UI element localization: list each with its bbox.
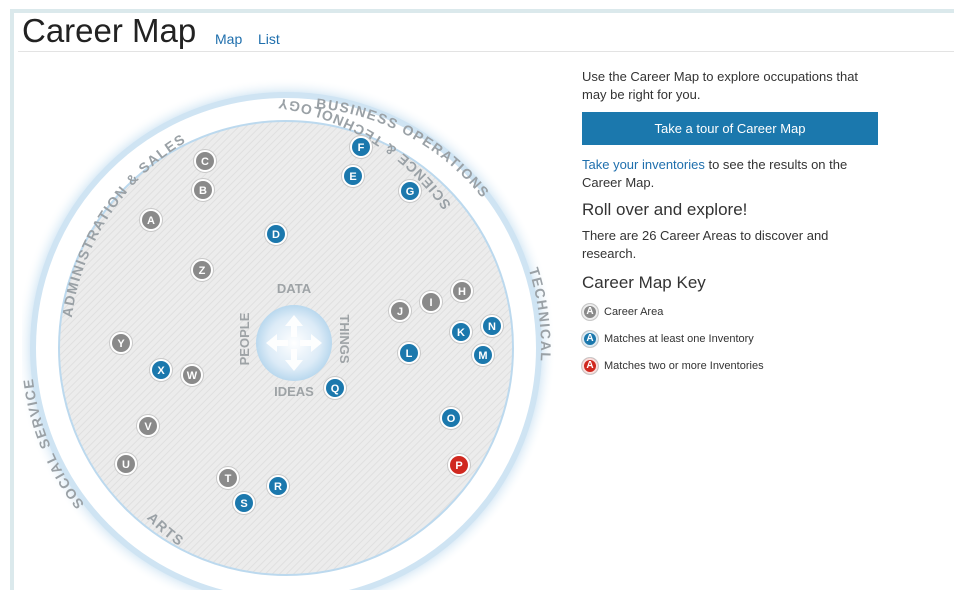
career-area-marker-y[interactable]: Y <box>109 331 133 355</box>
career-map: ADMINISTRATION & SALES BUSINESS OPERATIO… <box>22 60 562 590</box>
career-area-marker-s[interactable]: S <box>232 491 256 515</box>
career-area-marker-g[interactable]: G <box>398 179 422 203</box>
intro-text: Use the Career Map to explore occupation… <box>582 69 859 102</box>
career-area-marker-k[interactable]: K <box>449 320 473 344</box>
header-divider <box>18 51 954 52</box>
rollover-heading: Roll over and explore! <box>582 200 748 219</box>
marker-letter: I <box>429 297 432 309</box>
marker-letter: U <box>122 459 130 471</box>
axis-label-data: DATA <box>277 281 312 296</box>
career-area-marker-v[interactable]: V <box>136 414 160 438</box>
marker-letter: D <box>272 229 280 241</box>
career-area-marker-m[interactable]: M <box>471 343 495 367</box>
marker-letter: S <box>240 498 247 510</box>
key-gray-dot-icon: A <box>582 304 598 320</box>
tour-button[interactable]: Take a tour of Career Map <box>582 112 878 145</box>
career-area-marker-q[interactable]: Q <box>323 376 347 400</box>
left-border <box>10 9 14 590</box>
marker-letter: Y <box>117 338 125 350</box>
key-label: Matches at least one Inventory <box>604 333 754 345</box>
marker-letter: R <box>274 481 282 493</box>
marker-letter: O <box>447 413 456 425</box>
marker-letter: F <box>358 142 365 154</box>
marker-letter: T <box>225 473 232 485</box>
page-title: Career Map <box>22 12 197 49</box>
career-area-marker-z[interactable]: Z <box>190 258 214 282</box>
axis-label-ideas: IDEAS <box>274 384 314 399</box>
career-area-marker-h[interactable]: H <box>450 279 474 303</box>
career-area-marker-c[interactable]: C <box>193 149 217 173</box>
axis-label-people: PEOPLE <box>237 312 252 365</box>
career-area-marker-n[interactable]: N <box>480 314 504 338</box>
career-area-marker-l[interactable]: L <box>397 341 421 365</box>
marker-letter: L <box>406 348 413 360</box>
marker-letter: C <box>201 156 209 168</box>
career-area-marker-r[interactable]: R <box>266 474 290 498</box>
nav-list-link[interactable]: List <box>258 31 280 47</box>
marker-letter: P <box>455 460 462 472</box>
career-area-marker-e[interactable]: E <box>341 164 365 188</box>
key-blue-dot-icon: A <box>582 331 598 347</box>
career-area-marker-f[interactable]: F <box>349 135 373 159</box>
career-area-marker-t[interactable]: T <box>216 466 240 490</box>
key-label: Career Area <box>604 306 664 318</box>
career-areas-text: There are 26 Career Areas to discover an… <box>582 228 829 261</box>
marker-letter: V <box>144 421 152 433</box>
key-label: Matches two or more Inventories <box>604 360 764 372</box>
marker-letter: M <box>478 350 487 362</box>
marker-letter: X <box>157 365 165 377</box>
career-area-marker-j[interactable]: J <box>388 299 412 323</box>
career-area-marker-a[interactable]: A <box>139 208 163 232</box>
marker-letter: N <box>488 321 496 333</box>
marker-letter: G <box>406 186 415 198</box>
marker-letter: Z <box>199 265 206 277</box>
marker-letter: Q <box>331 383 340 395</box>
marker-letter: K <box>457 327 465 339</box>
nav-map-link[interactable]: Map <box>215 31 242 47</box>
inventories-text: Take your inventories to see the results… <box>582 156 882 192</box>
career-area-marker-i[interactable]: I <box>419 290 443 314</box>
info-panel: Use the Career Map to explore occupation… <box>582 68 882 374</box>
key-item-career-area: A Career Area <box>582 304 882 320</box>
marker-letter: A <box>147 215 155 227</box>
axis-label-things: THINGS <box>337 314 352 363</box>
marker-letter: B <box>199 185 207 197</box>
career-area-marker-u[interactable]: U <box>114 452 138 476</box>
key-title: Career Map Key <box>582 273 706 292</box>
career-area-marker-b[interactable]: B <box>191 178 215 202</box>
marker-letter: W <box>187 370 198 382</box>
career-area-marker-p[interactable]: P <box>447 453 471 477</box>
marker-letter: E <box>349 171 356 183</box>
career-area-marker-w[interactable]: W <box>180 363 204 387</box>
key-item-two-inventories: A Matches two or more Inventories <box>582 358 882 374</box>
marker-letter: J <box>397 306 403 318</box>
key-red-dot-icon: A <box>582 358 598 374</box>
career-map-svg: ADMINISTRATION & SALES BUSINESS OPERATIO… <box>22 78 556 590</box>
career-area-marker-d[interactable]: D <box>264 222 288 246</box>
career-area-marker-x[interactable]: X <box>149 358 173 382</box>
key-item-one-inventory: A Matches at least one Inventory <box>582 331 882 347</box>
inventories-link[interactable]: Take your inventories <box>582 157 705 172</box>
career-area-marker-o[interactable]: O <box>439 406 463 430</box>
marker-letter: H <box>458 286 466 298</box>
